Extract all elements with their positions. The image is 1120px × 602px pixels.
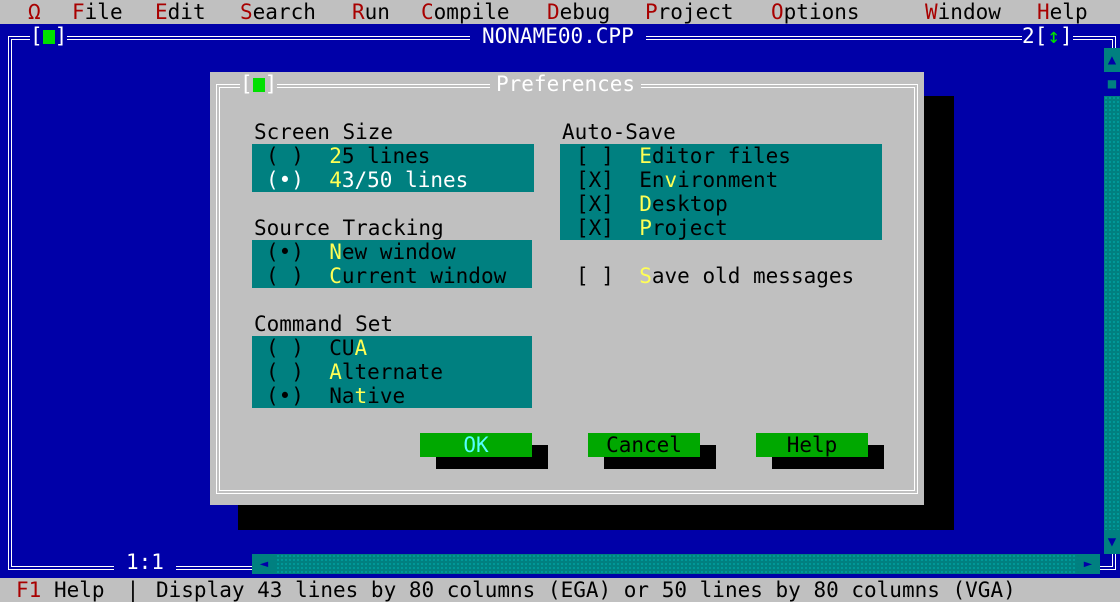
source-tracking-label: Source Tracking (254, 216, 444, 240)
menu-compile[interactable]: Compile (421, 0, 510, 24)
system-menu-icon[interactable]: Ω (28, 0, 41, 24)
auto-save-label: Auto-Save (562, 120, 676, 144)
radio-alternate[interactable]: ( ) Alternate (266, 360, 443, 384)
screen-size-label: Screen Size (254, 120, 394, 144)
menu-help[interactable]: Help (1037, 0, 1088, 24)
status-bar: F1 Help | Display 43 lines by 80 columns… (0, 578, 1120, 602)
zoom-icon[interactable]: ↕ (1047, 24, 1060, 48)
status-message: Display 43 lines by 80 columns (EGA) or … (156, 578, 1016, 602)
auto-save-group: [ ] Editor files [X] Environment [X] Des… (560, 144, 882, 240)
preferences-dialog: [] Preferences Screen Size ( ) 25 lines … (210, 72, 924, 505)
checkbox-desktop[interactable]: [X] Desktop (576, 192, 728, 216)
menu-bar: Ω File Edit Search Run Compile Debug Pro… (0, 0, 1120, 24)
status-help-hint[interactable]: F1 Help (16, 578, 105, 602)
command-set-label: Command Set (254, 312, 394, 336)
menu-window[interactable]: Window (925, 0, 1001, 24)
checkbox-project[interactable]: [X] Project (576, 216, 728, 240)
scroll-thumb[interactable]: ■ (1104, 72, 1120, 96)
close-box-square (252, 78, 265, 92)
menu-debug[interactable]: Debug (547, 0, 610, 24)
radio-25-lines[interactable]: ( ) 25 lines (266, 144, 430, 168)
scroll-down-arrow-icon[interactable]: ▼ (1104, 530, 1120, 554)
menu-edit[interactable]: Edit (155, 0, 206, 24)
cancel-button[interactable]: Cancel (588, 433, 700, 457)
radio-native[interactable]: (•) Native (266, 384, 405, 408)
checkbox-editor-files[interactable]: [ ] Editor files (576, 144, 791, 168)
screen-size-group: ( ) 25 lines (•) 43/50 lines (252, 144, 534, 192)
source-tracking-group: (•) New window ( ) Current window (252, 240, 532, 288)
menu-search[interactable]: Search (240, 0, 316, 24)
scroll-right-arrow-icon[interactable]: ► (1076, 554, 1100, 574)
close-box-square (42, 30, 55, 44)
menu-file[interactable]: File (72, 0, 123, 24)
radio-current-window[interactable]: ( ) Current window (266, 264, 506, 288)
radio-43-50-lines[interactable]: (•) 43/50 lines (266, 168, 468, 192)
dialog-title: Preferences (490, 72, 642, 96)
status-separator: | (114, 578, 152, 602)
vertical-scrollbar[interactable] (1104, 48, 1120, 554)
horizontal-scrollbar[interactable] (252, 554, 1092, 574)
scroll-up-arrow-icon[interactable]: ▲ (1104, 48, 1120, 72)
checkbox-environment[interactable]: [X] Environment (576, 168, 778, 192)
menu-project[interactable]: Project (645, 0, 734, 24)
radio-cua[interactable]: ( ) CUA (266, 336, 367, 360)
menu-run[interactable]: Run (352, 0, 390, 24)
menu-options[interactable]: Options (771, 0, 860, 24)
cursor-position: 1:1 (114, 550, 176, 574)
help-button[interactable]: Help (756, 433, 868, 457)
dialog-close-box-icon[interactable]: [] (240, 72, 278, 96)
editor-title: NONAME00.CPP (470, 24, 646, 48)
radio-new-window[interactable]: (•) New window (266, 240, 456, 264)
ok-button[interactable]: OK (420, 433, 532, 457)
scroll-left-arrow-icon[interactable]: ◄ (252, 554, 276, 574)
window-number-zoom[interactable]: 2[↕] (1022, 24, 1073, 48)
command-set-group: ( ) CUA ( ) Alternate (•) Native (252, 336, 532, 408)
checkbox-save-old-messages[interactable]: [ ] Save old messages (576, 264, 854, 288)
close-box-icon[interactable]: [] (30, 24, 68, 48)
